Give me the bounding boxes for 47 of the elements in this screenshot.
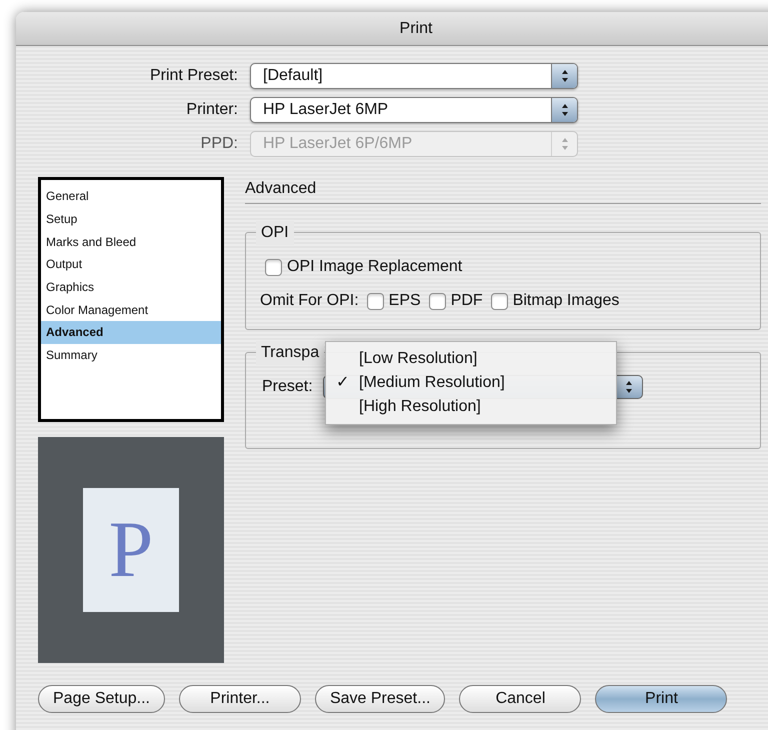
category-item[interactable]: General — [41, 185, 221, 208]
menu-item-label: [Low Resolution] — [359, 349, 478, 369]
menu-item-label: [Medium Resolution] — [359, 373, 505, 393]
omit-label: Omit For OPI: — [260, 291, 359, 311]
category-item[interactable]: Output — [41, 253, 221, 276]
select-field[interactable]: HP LaserJet 6MP — [250, 97, 578, 123]
dialog-button[interactable]: Print — [595, 685, 728, 713]
select-value: [Default] — [262, 66, 324, 86]
dialog-button[interactable]: Page Setup... — [38, 685, 165, 713]
check-mark: ✓ — [336, 373, 349, 393]
select-field[interactable]: [Default] — [250, 63, 578, 89]
checkbox-label: PDF — [450, 291, 483, 311]
menu-item-label: [High Resolution] — [359, 397, 481, 417]
category-item[interactable]: Color Management — [41, 298, 221, 322]
group-title: Transpa — [256, 341, 324, 365]
select-value: HP LaserJet 6P/6MP — [262, 134, 414, 154]
group-title: OPI — [256, 221, 294, 245]
window-title: Print — [398, 18, 432, 38]
field-label: Print Preset: — [148, 66, 238, 86]
stepper-icon — [560, 102, 570, 118]
dialog-button[interactable]: Printer... — [178, 685, 301, 713]
category-item[interactable]: Marks and Bleed — [41, 230, 221, 254]
checkbox[interactable] — [490, 292, 508, 310]
dialog-button[interactable]: Cancel — [459, 685, 582, 713]
menu-item[interactable]: ✓ [Medium Resolution] — [326, 371, 616, 395]
select-value: HP LaserJet 6MP — [262, 100, 390, 120]
menu-item[interactable]: [Low Resolution] — [326, 347, 616, 371]
category-item[interactable]: Setup — [41, 208, 221, 230]
checkbox-label: OPI Image Replacement — [287, 257, 462, 277]
checkbox[interactable] — [366, 292, 384, 310]
stepper-icon — [560, 68, 570, 84]
category-item[interactable]: Summary — [41, 344, 221, 366]
checkbox[interactable] — [428, 292, 446, 310]
field-label: PPD: — [200, 134, 238, 154]
checkbox-label: Bitmap Images — [512, 291, 620, 311]
section-title: Advanced — [245, 180, 316, 197]
checkbox[interactable] — [265, 258, 282, 276]
field-label: Printer: — [185, 100, 238, 120]
stepper-icon — [624, 379, 634, 395]
preset-label: Preset: — [262, 377, 313, 397]
category-item[interactable]: Advanced — [41, 321, 221, 344]
category-item[interactable]: Graphics — [41, 276, 221, 298]
preview-letter: P — [108, 510, 154, 590]
menu-item[interactable]: [High Resolution] — [326, 395, 616, 419]
stepper-icon — [560, 136, 570, 152]
dialog-button[interactable]: Save Preset... — [314, 685, 446, 713]
checkbox-label: EPS — [388, 291, 421, 311]
